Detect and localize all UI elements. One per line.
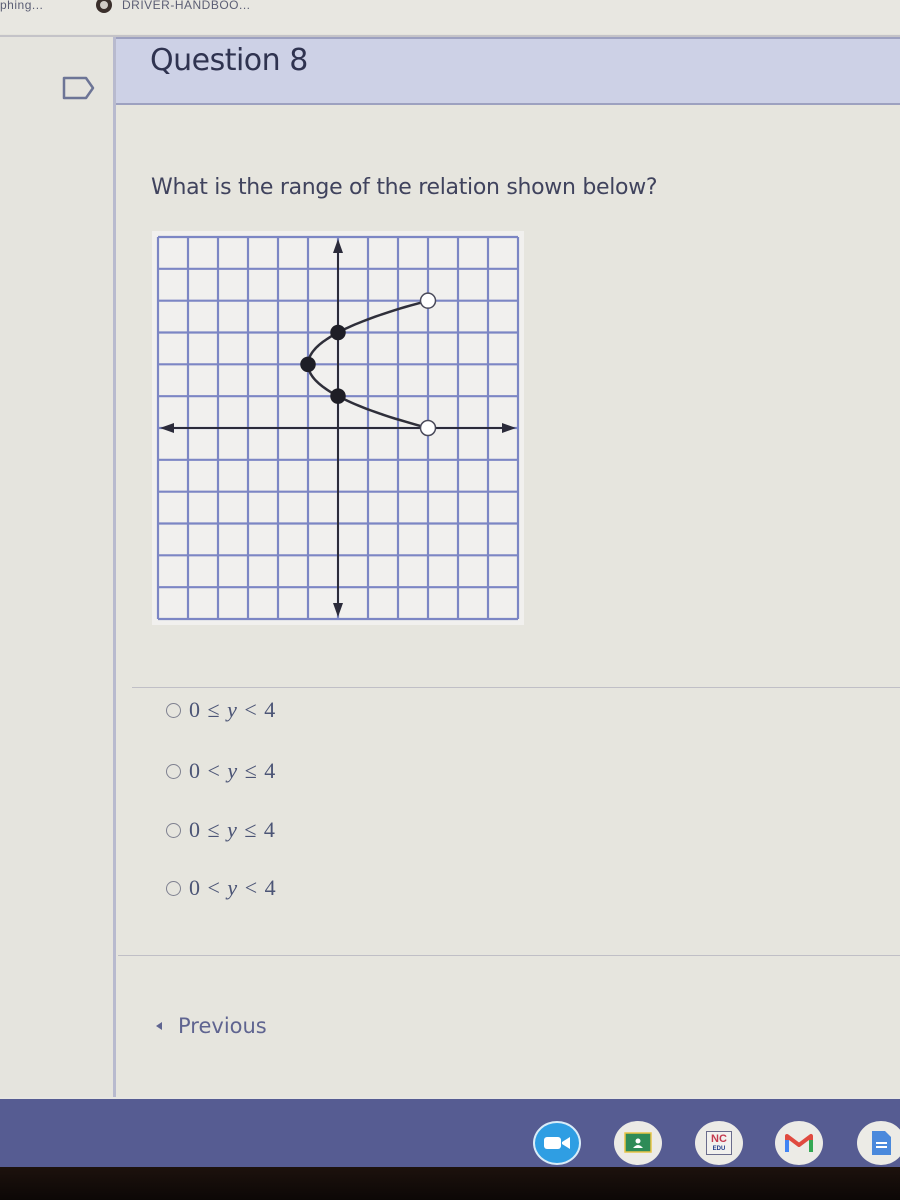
relation-graph xyxy=(152,231,524,625)
radio-button[interactable] xyxy=(166,763,181,779)
radio-button[interactable] xyxy=(166,702,181,718)
gmail-app-button[interactable] xyxy=(775,1121,823,1165)
classroom-icon xyxy=(624,1132,652,1153)
nc-icon: NC EDU xyxy=(706,1131,732,1155)
gmail-icon xyxy=(785,1134,813,1152)
previous-label: Previous xyxy=(178,1014,267,1038)
bookmark-label: DRIVER-HANDBOO... xyxy=(122,0,251,12)
answer-choice-3[interactable]: 0 ≤ y ≤ 4 xyxy=(166,817,276,843)
question-title: Question 8 xyxy=(150,43,308,78)
choice-label: 0 ≤ y ≤ 4 xyxy=(189,817,276,842)
ncedcloud-app-button[interactable]: NC EDU xyxy=(695,1121,743,1165)
radio-button[interactable] xyxy=(166,880,181,896)
taskbar: NC EDU xyxy=(0,1097,900,1167)
divider xyxy=(132,687,900,688)
open-point xyxy=(419,292,437,309)
choice-label: 0 < y ≤ 4 xyxy=(189,758,277,783)
classroom-app-button[interactable] xyxy=(614,1121,662,1165)
answer-choice-1[interactable]: 0 ≤ y < 4 xyxy=(166,697,276,723)
docs-icon xyxy=(872,1131,891,1155)
radio-button[interactable] xyxy=(166,822,181,838)
question-sidebar xyxy=(0,37,114,1097)
flag-outline-icon[interactable] xyxy=(62,76,96,100)
bookmark-item[interactable]: DRIVER-HANDBOO... xyxy=(96,0,251,14)
question-header: Question 8 xyxy=(116,37,900,105)
answer-choice-4[interactable]: 0 < y < 4 xyxy=(166,875,277,901)
docs-app-button[interactable] xyxy=(857,1121,900,1165)
bookmark-label: phing... xyxy=(0,0,44,12)
previous-button[interactable]: Previous xyxy=(156,1011,267,1041)
caret-left-icon xyxy=(156,1022,162,1030)
question-prompt: What is the range of the relation shown … xyxy=(151,175,658,200)
closed-point xyxy=(300,356,316,373)
choice-label: 0 < y < 4 xyxy=(189,875,277,900)
choice-label: 0 ≤ y < 4 xyxy=(189,697,277,722)
closed-point xyxy=(330,324,346,341)
bookmarks-bar: phing... DRIVER-HANDBOO... xyxy=(0,0,900,34)
answer-choice-2[interactable]: 0 < y ≤ 4 xyxy=(166,758,276,784)
divider xyxy=(118,955,900,956)
question-content: What is the range of the relation shown … xyxy=(116,105,900,1097)
video-camera-icon xyxy=(544,1137,570,1149)
zoom-app-button[interactable] xyxy=(533,1121,581,1165)
open-point xyxy=(419,419,437,437)
screen-bezel xyxy=(0,1167,900,1200)
closed-point xyxy=(330,388,346,404)
globe-icon xyxy=(96,0,112,13)
bookmark-item[interactable]: phing... xyxy=(0,0,43,14)
